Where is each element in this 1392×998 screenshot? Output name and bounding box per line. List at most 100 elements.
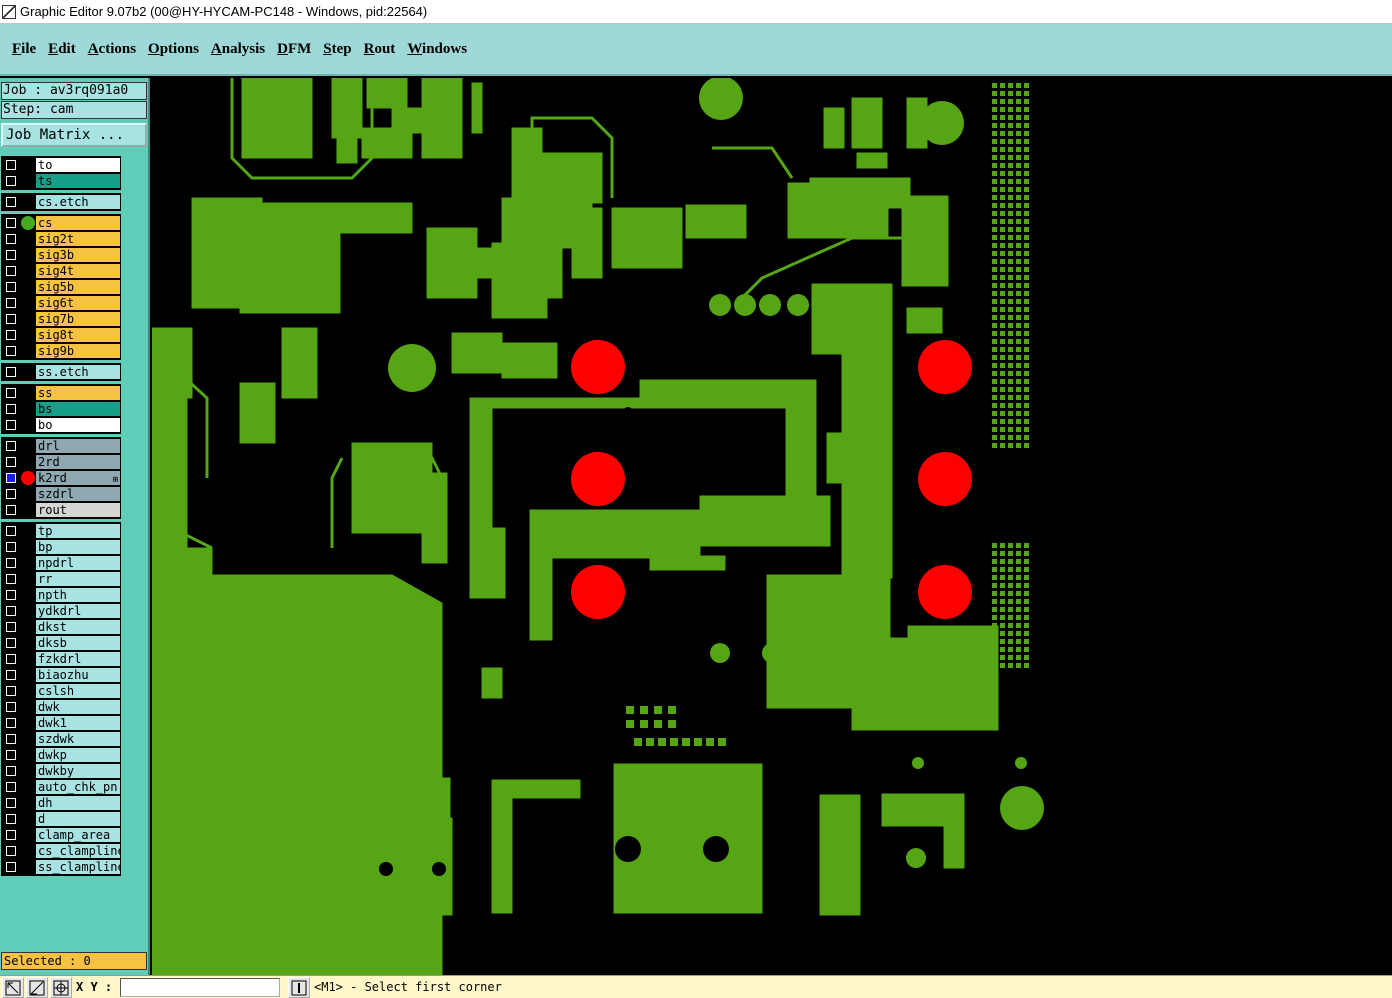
menu-step[interactable]: Step xyxy=(323,39,351,60)
layer-name[interactable]: dkst xyxy=(36,620,120,634)
menu-analysis[interactable]: Analysis xyxy=(211,39,265,60)
menu-file[interactable]: File xyxy=(12,39,36,60)
layer-checkbox[interactable] xyxy=(6,218,16,228)
layer-row-rout[interactable]: rout xyxy=(2,502,120,518)
layer-checkbox[interactable] xyxy=(6,505,16,515)
zoom-box-button[interactable] xyxy=(2,976,24,998)
layer-row-2rd[interactable]: 2rd xyxy=(2,454,120,470)
layer-name[interactable]: sig3b xyxy=(36,248,120,262)
layer-checkbox[interactable] xyxy=(6,830,16,840)
menu-edit[interactable]: Edit xyxy=(48,39,76,60)
layer-checkbox[interactable] xyxy=(6,574,16,584)
grid-button[interactable] xyxy=(50,976,72,998)
layer-name[interactable]: sig4t xyxy=(36,264,120,278)
layer-name[interactable]: npth xyxy=(36,588,120,602)
layer-checkbox[interactable] xyxy=(6,197,16,207)
graphics-canvas[interactable] xyxy=(152,78,1392,975)
layer-checkbox[interactable] xyxy=(6,314,16,324)
layer-name[interactable]: bs xyxy=(36,402,120,416)
layer-name[interactable]: dwk xyxy=(36,700,120,714)
layer-name[interactable]: dwkp xyxy=(36,748,120,762)
layer-checkbox[interactable] xyxy=(6,654,16,664)
layer-checkbox[interactable] xyxy=(6,388,16,398)
layer-checkbox[interactable] xyxy=(6,441,16,451)
snap-button[interactable] xyxy=(26,976,48,998)
layer-checkbox[interactable] xyxy=(6,750,16,760)
layer-name[interactable]: drl xyxy=(36,439,120,453)
menu-rout[interactable]: Rout xyxy=(364,39,396,60)
layer-checkbox[interactable] xyxy=(6,367,16,377)
layer-checkbox[interactable] xyxy=(6,160,16,170)
layer-name[interactable]: dksb xyxy=(36,636,120,650)
layer-name[interactable]: sig7b xyxy=(36,312,120,326)
layer-row-sig7b[interactable]: sig7b xyxy=(2,311,120,327)
layer-row-dksb[interactable]: dksb xyxy=(2,635,120,651)
layer-name[interactable]: fzkdrl xyxy=(36,652,120,666)
layer-row-d[interactable]: d xyxy=(2,811,120,827)
layer-checkbox[interactable] xyxy=(6,702,16,712)
layer-checkbox[interactable] xyxy=(6,489,16,499)
layer-checkbox[interactable] xyxy=(6,862,16,872)
layer-name[interactable]: szdwk xyxy=(36,732,120,746)
layer-row-sig2t[interactable]: sig2t xyxy=(2,231,120,247)
layer-checkbox[interactable] xyxy=(6,542,16,552)
layer-row-sig6t[interactable]: sig6t xyxy=(2,295,120,311)
layer-name[interactable]: auto_chk_pn xyxy=(36,780,120,794)
layer-name[interactable]: ts xyxy=(36,174,120,188)
layer-checkbox[interactable] xyxy=(6,622,16,632)
layer-name[interactable]: d xyxy=(36,812,120,826)
layer-row-dwk[interactable]: dwk xyxy=(2,699,120,715)
pause-button[interactable] xyxy=(288,976,310,998)
layer-name[interactable]: sig2t xyxy=(36,232,120,246)
menu-windows[interactable]: Windows xyxy=(407,39,467,60)
layer-name[interactable]: tp xyxy=(36,524,120,538)
layer-row-auto-chk-pn[interactable]: auto_chk_pn xyxy=(2,779,120,795)
layer-name[interactable]: to xyxy=(36,158,120,172)
layer-row-cs[interactable]: cs xyxy=(2,215,120,231)
layer-name[interactable]: szdrl xyxy=(36,487,120,501)
layer-name[interactable]: sig6t xyxy=(36,296,120,310)
layer-checkbox[interactable] xyxy=(6,718,16,728)
layer-name[interactable]: cslsh xyxy=(36,684,120,698)
layer-row-szdrl[interactable]: szdrl xyxy=(2,486,120,502)
layer-row-ss[interactable]: ss xyxy=(2,385,120,401)
layer-name[interactable]: npdrl xyxy=(36,556,120,570)
layer-name[interactable]: 2rd xyxy=(36,455,120,469)
layer-checkbox[interactable] xyxy=(6,176,16,186)
layer-row-szdwk[interactable]: szdwk xyxy=(2,731,120,747)
layer-row-rr[interactable]: rr xyxy=(2,571,120,587)
menu-options[interactable]: Options xyxy=(148,39,199,60)
layer-checkbox[interactable] xyxy=(6,798,16,808)
layer-row-drl[interactable]: drl xyxy=(2,438,120,454)
layer-display-dot-icon[interactable] xyxy=(21,216,35,230)
layer-row-dwk1[interactable]: dwk1 xyxy=(2,715,120,731)
layer-row-to[interactable]: to xyxy=(2,157,120,173)
layer-name[interactable]: sig9b xyxy=(36,344,120,358)
menu-dfm[interactable]: DFM xyxy=(277,39,311,60)
layer-name[interactable]: sig8t xyxy=(36,328,120,342)
layer-checkbox[interactable] xyxy=(6,457,16,467)
layer-name[interactable]: clamp_area xyxy=(36,828,120,842)
layer-checkbox[interactable] xyxy=(6,404,16,414)
layer-row-cslsh[interactable]: cslsh xyxy=(2,683,120,699)
layer-checkbox[interactable] xyxy=(6,330,16,340)
layer-name[interactable]: bp xyxy=(36,540,120,554)
layer-name[interactable]: dh xyxy=(36,796,120,810)
layer-checkbox[interactable] xyxy=(6,686,16,696)
layer-name[interactable]: ss xyxy=(36,386,120,400)
layer-row-ss-clampline[interactable]: ss_clampline xyxy=(2,859,120,875)
layer-name[interactable]: k2rd ⊞ xyxy=(36,471,120,485)
layer-checkbox[interactable] xyxy=(6,638,16,648)
layer-name[interactable]: bo xyxy=(36,418,120,432)
layer-checkbox[interactable] xyxy=(6,558,16,568)
layer-checkbox[interactable] xyxy=(6,282,16,292)
layer-checkbox[interactable] xyxy=(6,782,16,792)
layer-checkbox[interactable] xyxy=(6,590,16,600)
layer-checkbox[interactable] xyxy=(6,670,16,680)
layer-row-fzkdrl[interactable]: fzkdrl xyxy=(2,651,120,667)
layer-name[interactable]: biaozhu xyxy=(36,668,120,682)
layer-row-cs-clampline[interactable]: cs_clampline xyxy=(2,843,120,859)
layer-row-sig3b[interactable]: sig3b xyxy=(2,247,120,263)
layer-checkbox[interactable] xyxy=(6,266,16,276)
layer-name[interactable]: ss.etch xyxy=(36,365,120,379)
